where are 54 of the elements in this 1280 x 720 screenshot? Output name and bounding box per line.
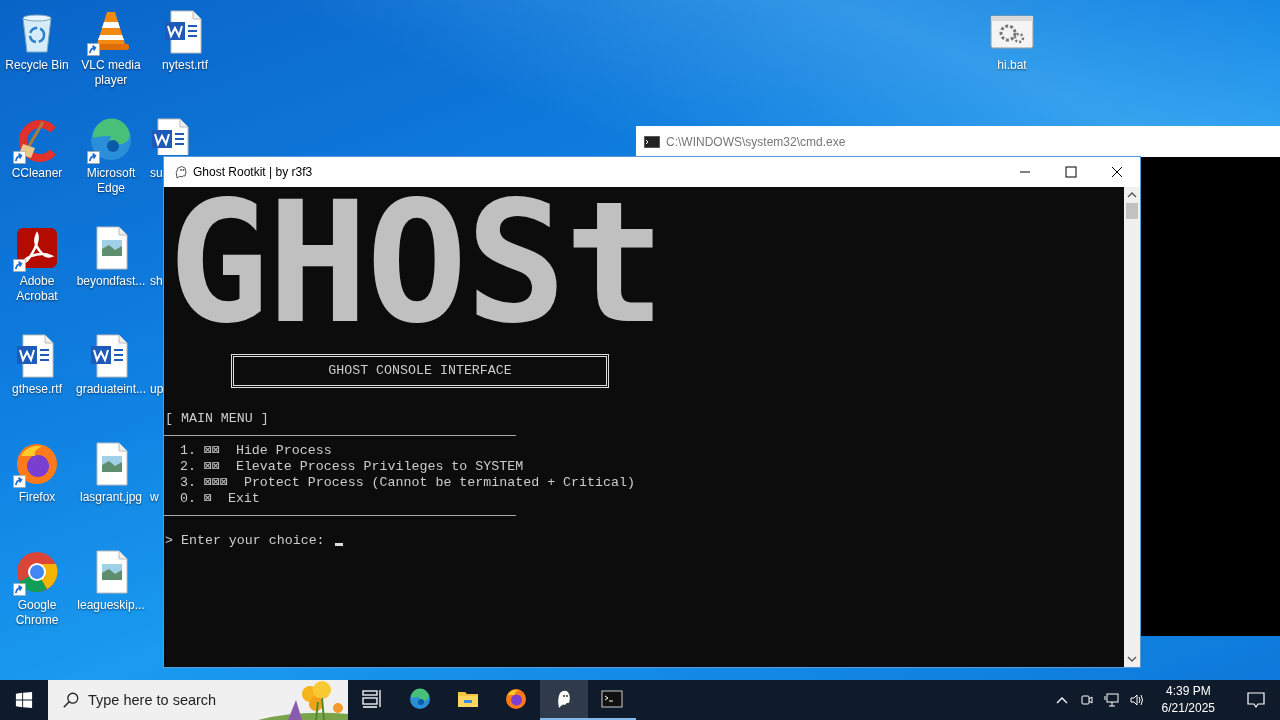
scrollbar[interactable]	[1124, 187, 1140, 667]
window-title: C:\WINDOWS\system32\cmd.exe	[666, 134, 846, 149]
clock[interactable]: 4:39 PM 6/21/2025	[1153, 683, 1223, 717]
shortcut-arrow-icon	[87, 43, 100, 56]
search-icon	[62, 691, 80, 709]
icon-label: leagueskip...	[76, 598, 146, 613]
browser-icon	[504, 687, 528, 711]
icon-label: Recycle Bin	[4, 58, 70, 73]
icon-label: up	[149, 382, 164, 397]
shortcut-arrow-icon	[13, 475, 26, 488]
header-box: GHOST CONSOLE INTERFACE	[231, 354, 609, 388]
window-title-bar[interactable]: C:\WINDOWS\system32\cmd.exe	[636, 126, 1280, 157]
scroll-thumb[interactable]	[1126, 203, 1138, 219]
icon-label: CCleaner	[10, 166, 64, 181]
window-title: Ghost Rootkit | by r3f3	[193, 165, 313, 179]
search-field[interactable]: Type here to search	[48, 680, 348, 720]
icon-label: Adobe Acrobat	[15, 274, 59, 304]
taskbar-button[interactable]	[540, 680, 588, 720]
network-icon[interactable]	[1103, 692, 1120, 708]
shortcut-arrow-icon	[13, 151, 26, 164]
menu-option: 0. ⊠ Exit	[164, 491, 1124, 507]
terminal-icon	[644, 135, 660, 148]
text-cursor	[334, 543, 343, 546]
menu-option: 2. ⊠⊠ Elevate Process Privileges to SYSTEM	[164, 459, 1124, 475]
icon-label: Google Chrome	[14, 598, 60, 628]
icon-label: su	[149, 166, 163, 181]
terminal-icon	[600, 687, 624, 711]
shortcut-arrow-icon	[87, 151, 100, 164]
icon-label: Firefox	[17, 490, 57, 505]
camera-icon[interactable]	[1078, 692, 1095, 708]
menu-title: [ MAIN MENU ]	[164, 411, 270, 427]
icon-label: sh	[149, 274, 163, 289]
icon-label: nytest.rtf	[161, 58, 209, 73]
clock-date: 6/21/2025	[1161, 700, 1215, 717]
windows-icon	[15, 691, 33, 709]
icon-label: Microsoft Edge	[85, 166, 137, 196]
menu-option: 1. ⊠⊠ Hide Process	[164, 443, 1124, 459]
shortcut-arrow-icon	[13, 259, 26, 272]
icon-label: lasgrant.jpg	[78, 490, 143, 505]
icon-label: gthese.rtf	[11, 382, 63, 397]
notification-icon[interactable]	[1246, 690, 1266, 710]
icon-label: w	[149, 490, 159, 505]
input-prompt: > Enter your choice:	[164, 533, 325, 549]
icon-label: graduateint...	[75, 382, 147, 397]
menu-option: 3. ⊠⊠⊠ Protect Process (Cannot be terminated + Critical)	[164, 475, 1124, 491]
shortcut-arrow-icon	[13, 583, 26, 596]
clock-time: 4:39 PM	[1165, 683, 1211, 700]
browser-icon	[408, 687, 432, 711]
icon-label: hi.bat	[996, 58, 1028, 73]
volume-icon[interactable]	[1128, 692, 1145, 708]
task-view-icon	[360, 687, 384, 711]
icon-label: VLC media player	[80, 58, 142, 88]
icon-label: beyondfast...	[75, 274, 147, 289]
banner-title: GHOSt	[167, 193, 665, 333]
